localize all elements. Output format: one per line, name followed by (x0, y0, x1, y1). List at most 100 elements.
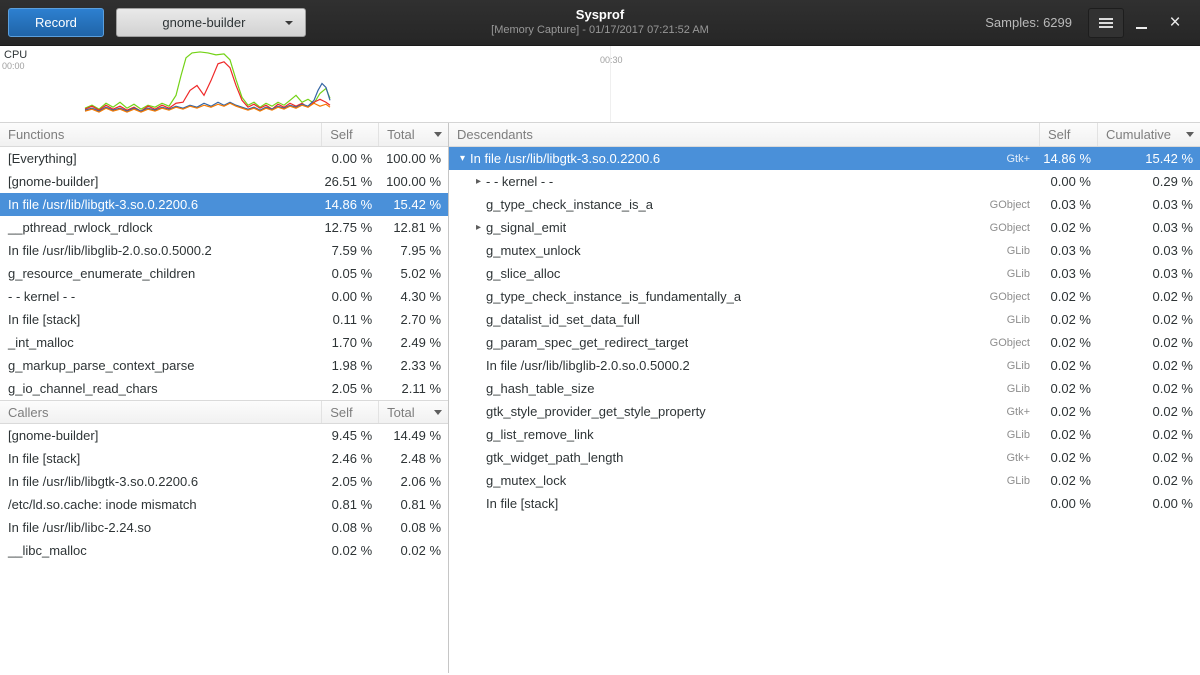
descendants-row[interactable]: In file [stack]0.00 %0.00 % (449, 492, 1200, 515)
minimize-button[interactable] (1124, 8, 1158, 38)
descendants-row[interactable]: gtk_widget_path_lengthGtk+0.02 %0.02 % (449, 446, 1200, 469)
library-tag: Gtk+ (1006, 153, 1040, 165)
window-subtitle: [Memory Capture] - 01/17/2017 07:21:52 A… (491, 24, 709, 36)
callers-row[interactable]: In file /usr/lib/libgtk-3.so.0.2200.62.0… (0, 470, 448, 493)
descendants-row[interactable]: g_datalist_id_set_data_fullGLib0.02 %0.0… (449, 308, 1200, 331)
total-percent: 100.00 % (379, 174, 448, 189)
callers-row[interactable]: In file [stack]2.46 %2.48 % (0, 447, 448, 470)
cumulative-percent: 0.02 % (1098, 358, 1200, 373)
functions-row[interactable]: - - kernel - -0.00 %4.30 % (0, 285, 448, 308)
function-name: In file /usr/lib/libc-2.24.so (0, 520, 322, 535)
cumulative-percent: 0.00 % (1098, 496, 1200, 511)
self-percent: 0.02 % (1040, 335, 1098, 350)
descendants-row[interactable]: g_type_check_instance_is_aGObject0.03 %0… (449, 193, 1200, 216)
functions-self-column-header[interactable]: Self (322, 123, 379, 146)
function-name: In file [stack] (0, 451, 322, 466)
cumulative-percent: 0.02 % (1098, 427, 1200, 442)
menu-button[interactable] (1088, 8, 1124, 38)
cumulative-percent: 0.02 % (1098, 312, 1200, 327)
function-name: g_io_channel_read_chars (0, 381, 322, 396)
callers-row[interactable]: [gnome-builder]9.45 %14.49 % (0, 424, 448, 447)
self-percent: 0.02 % (322, 543, 379, 558)
functions-row[interactable]: __pthread_rwlock_rdlock12.75 %12.81 % (0, 216, 448, 239)
library-tag: GObject (990, 291, 1040, 303)
headerbar: Record gnome-builder Sysprof [Memory Cap… (0, 0, 1200, 46)
close-button[interactable]: × (1158, 8, 1192, 38)
descendants-cumulative-column-header[interactable]: Cumulative (1098, 123, 1200, 146)
functions-row[interactable]: _int_malloc1.70 %2.49 % (0, 331, 448, 354)
window-title-block: Sysprof [Memory Capture] - 01/17/2017 07… (491, 7, 709, 36)
self-percent: 2.05 % (322, 381, 379, 396)
functions-row[interactable]: [gnome-builder]26.51 %100.00 % (0, 170, 448, 193)
functions-row[interactable]: [Everything]0.00 %100.00 % (0, 147, 448, 170)
callers-total-column-header[interactable]: Total (379, 401, 448, 423)
cpu-graph[interactable]: CPU 00:00 00:30 (0, 46, 1200, 123)
expander-closed-icon[interactable]: ▸ (471, 176, 486, 187)
functions-row[interactable]: g_resource_enumerate_children0.05 %5.02 … (0, 262, 448, 285)
record-button[interactable]: Record (8, 8, 104, 37)
callers-row[interactable]: In file /usr/lib/libc-2.24.so0.08 %0.08 … (0, 516, 448, 539)
descendant-name: g_mutex_unlock (486, 243, 581, 258)
functions-column-header[interactable]: Functions (0, 123, 322, 146)
descendants-self-column-header[interactable]: Self (1040, 123, 1098, 146)
descendants-column-header[interactable]: Descendants (449, 123, 1040, 146)
self-percent: 14.86 % (1040, 151, 1098, 166)
library-tag: Gtk+ (1006, 452, 1040, 464)
descendants-row[interactable]: gtk_style_provider_get_style_propertyGtk… (449, 400, 1200, 423)
total-percent: 0.02 % (379, 543, 448, 558)
cumulative-percent: 0.02 % (1098, 473, 1200, 488)
descendants-row[interactable]: g_list_remove_linkGLib0.02 %0.02 % (449, 423, 1200, 446)
descendants-row[interactable]: g_type_check_instance_is_fundamentally_a… (449, 285, 1200, 308)
descendants-row[interactable]: ▸g_signal_emitGObject0.02 %0.03 % (449, 216, 1200, 239)
self-percent: 0.81 % (322, 497, 379, 512)
callers-row[interactable]: __libc_malloc0.02 %0.02 % (0, 539, 448, 562)
descendants-row[interactable]: ▾In file /usr/lib/libgtk-3.so.0.2200.6Gt… (449, 147, 1200, 170)
expander-closed-icon[interactable]: ▸ (471, 222, 486, 233)
descendants-row[interactable]: In file /usr/lib/libglib-2.0.so.0.5000.2… (449, 354, 1200, 377)
descendants-row[interactable]: g_slice_allocGLib0.03 %0.03 % (449, 262, 1200, 285)
descendant-name: gtk_widget_path_length (486, 450, 623, 465)
self-percent: 0.02 % (1040, 427, 1098, 442)
descendants-row[interactable]: g_hash_table_sizeGLib0.02 %0.02 % (449, 377, 1200, 400)
functions-row[interactable]: In file /usr/lib/libgtk-3.so.0.2200.614.… (0, 193, 448, 216)
expander-open-icon[interactable]: ▾ (455, 153, 470, 164)
target-select-value: gnome-builder (129, 15, 279, 30)
function-name: __pthread_rwlock_rdlock (0, 220, 322, 235)
descendants-row[interactable]: g_mutex_unlockGLib0.03 %0.03 % (449, 239, 1200, 262)
self-percent: 0.02 % (1040, 404, 1098, 419)
time-start-label: 00:00 (2, 61, 25, 71)
close-icon: × (1169, 13, 1180, 32)
callers-self-column-header[interactable]: Self (322, 401, 379, 423)
self-percent: 0.02 % (1040, 289, 1098, 304)
total-percent: 100.00 % (379, 151, 448, 166)
hamburger-icon (1099, 22, 1113, 24)
chevron-down-icon (285, 21, 293, 25)
library-tag: Gtk+ (1006, 406, 1040, 418)
sort-descending-icon (434, 132, 442, 137)
callers-column-header[interactable]: Callers (0, 401, 322, 423)
function-name: _int_malloc (0, 335, 322, 350)
library-tag: GLib (1007, 314, 1040, 326)
cumulative-percent: 0.02 % (1098, 450, 1200, 465)
total-percent: 0.08 % (379, 520, 448, 535)
samples-count: Samples: 6299 (985, 15, 1072, 30)
functions-row[interactable]: g_markup_parse_context_parse1.98 %2.33 % (0, 354, 448, 377)
callers-row[interactable]: /etc/ld.so.cache: inode mismatch0.81 %0.… (0, 493, 448, 516)
functions-row[interactable]: g_io_channel_read_chars2.05 %2.11 % (0, 377, 448, 400)
function-name: g_resource_enumerate_children (0, 266, 322, 281)
cumulative-percent: 0.03 % (1098, 197, 1200, 212)
total-percent: 0.81 % (379, 497, 448, 512)
total-percent: 5.02 % (379, 266, 448, 281)
functions-row[interactable]: In file /usr/lib/libglib-2.0.so.0.5000.2… (0, 239, 448, 262)
self-percent: 0.05 % (322, 266, 379, 281)
self-percent: 0.03 % (1040, 243, 1098, 258)
target-select[interactable]: gnome-builder (116, 8, 306, 37)
functions-total-column-header[interactable]: Total (379, 123, 448, 146)
descendants-row[interactable]: ▸- - kernel - -0.00 %0.29 % (449, 170, 1200, 193)
descendants-row[interactable]: g_param_spec_get_redirect_targetGObject0… (449, 331, 1200, 354)
descendants-row[interactable]: g_mutex_lockGLib0.02 %0.02 % (449, 469, 1200, 492)
self-percent: 7.59 % (322, 243, 379, 258)
functions-row[interactable]: In file [stack]0.11 %2.70 % (0, 308, 448, 331)
total-percent: 2.70 % (379, 312, 448, 327)
library-tag: GObject (990, 222, 1040, 234)
